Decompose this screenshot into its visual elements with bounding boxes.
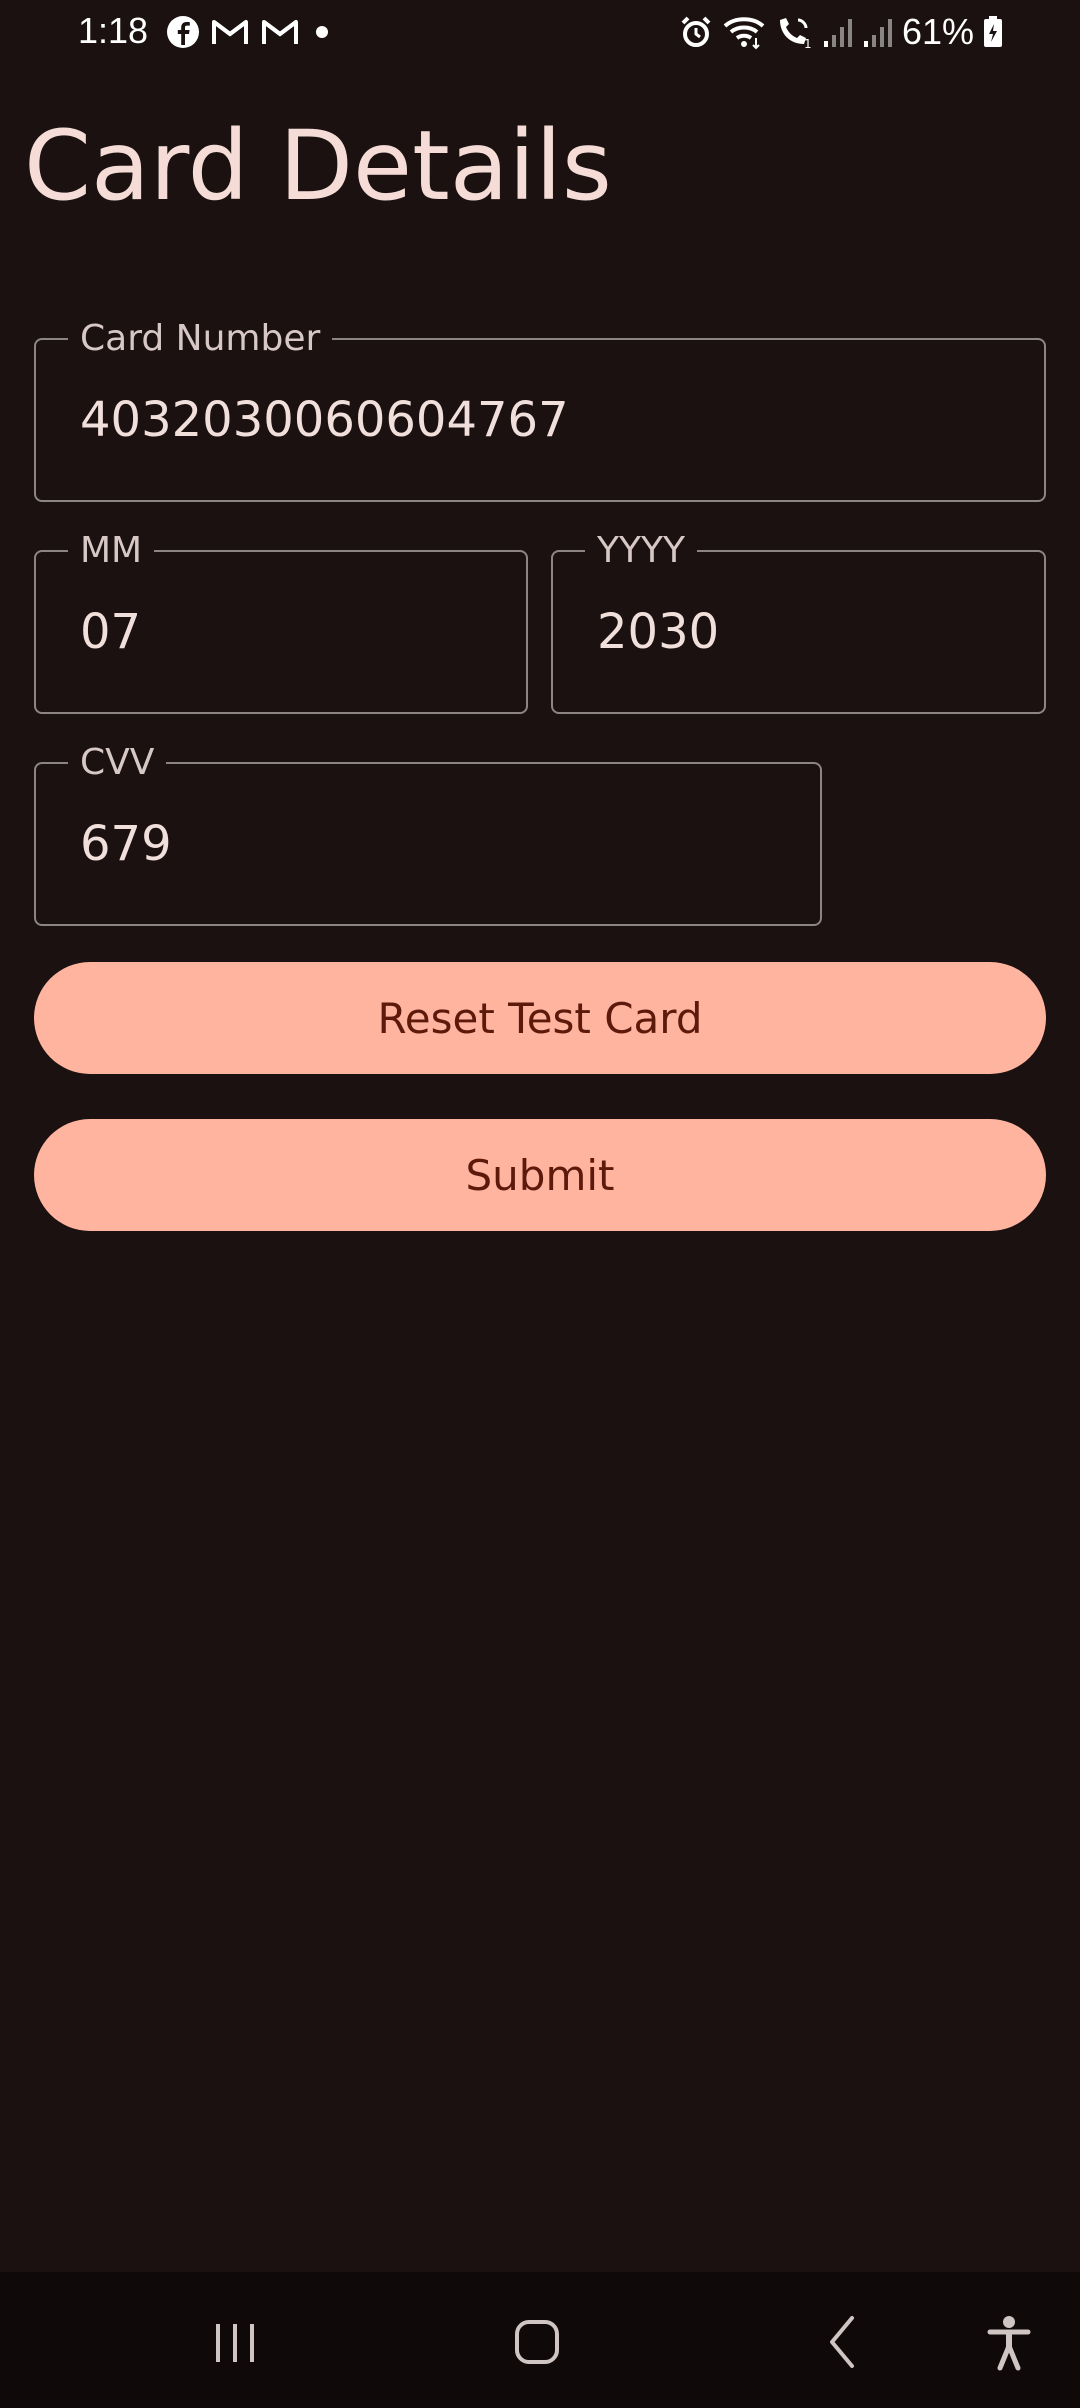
status-time: 1:18 xyxy=(78,10,149,51)
page-title: Card Details xyxy=(24,110,612,222)
month-label: MM xyxy=(68,532,155,570)
system-icons: 1 61% xyxy=(678,11,1004,52)
card-number-value[interactable]: 4032030060604767 xyxy=(80,392,569,448)
submit-button[interactable]: Submit xyxy=(34,1119,1046,1231)
month-field[interactable]: MM 07 xyxy=(34,532,528,714)
cvv-value[interactable]: 679 xyxy=(80,816,172,872)
month-value[interactable]: 07 xyxy=(80,604,141,660)
facebook-icon xyxy=(166,15,200,49)
home-icon[interactable] xyxy=(512,2304,562,2378)
back-icon[interactable] xyxy=(818,2304,868,2378)
card-number-label: Card Number xyxy=(68,320,333,358)
gmail-icon xyxy=(210,16,250,48)
year-field[interactable]: YYYY 2030 xyxy=(551,532,1046,714)
navigation-bar xyxy=(0,2272,1080,2408)
cvv-field[interactable]: CVV 679 xyxy=(34,744,822,926)
battery-percent: 61% xyxy=(901,11,974,52)
recents-icon[interactable] xyxy=(210,2304,260,2378)
wifi-call-icon: 1 xyxy=(774,14,814,50)
alarm-icon xyxy=(678,14,714,50)
wifi-icon xyxy=(722,14,766,50)
battery-charging-icon xyxy=(982,15,1004,49)
signal-icon xyxy=(862,15,894,49)
signal-icon xyxy=(822,15,854,49)
year-label: YYYY xyxy=(585,532,697,570)
gmail-icon xyxy=(260,16,300,48)
svg-text:1: 1 xyxy=(804,37,812,50)
notification-icons xyxy=(166,14,334,50)
year-value[interactable]: 2030 xyxy=(597,604,719,660)
dot-icon xyxy=(310,20,334,44)
card-number-field[interactable]: Card Number 4032030060604767 xyxy=(34,320,1046,502)
accessibility-icon[interactable] xyxy=(984,2304,1034,2378)
status-bar: 1:18 1 61% xyxy=(0,0,1080,64)
reset-test-card-button[interactable]: Reset Test Card xyxy=(34,962,1046,1074)
cvv-label: CVV xyxy=(68,744,167,782)
